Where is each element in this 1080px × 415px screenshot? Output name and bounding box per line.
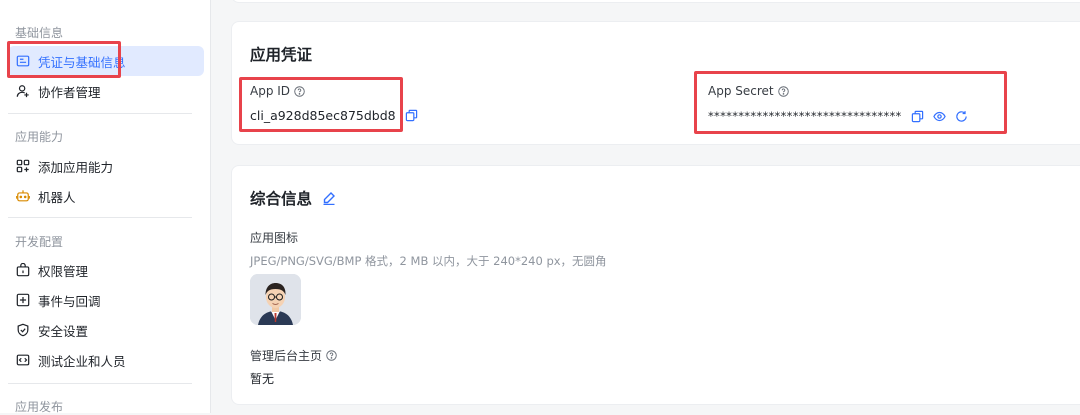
sidebar-group-title: 基础信息: [15, 26, 64, 40]
collaborator-icon: [16, 84, 30, 98]
sidebar-item-label: 事件与回调: [38, 293, 101, 309]
sidebar-divider: [8, 383, 192, 384]
sidebar-item-events[interactable]: 事件与回调: [8, 285, 204, 315]
homepage-value: 暂无: [250, 372, 275, 386]
top-card-edge: [231, 0, 1080, 3]
robot-icon: [16, 189, 30, 203]
sidebar-group-title: 应用能力: [15, 130, 64, 144]
sidebar-item-permissions[interactable]: 权限管理: [8, 255, 204, 285]
sidebar-divider: [8, 217, 192, 218]
help-icon[interactable]: [326, 350, 337, 361]
sidebar-group-title: 开发配置: [15, 235, 64, 249]
sidebar-item-label: 权限管理: [38, 263, 89, 279]
sidebar-item-test-org[interactable]: 测试企业和人员: [8, 345, 204, 375]
sidebar-item-robot[interactable]: 机器人: [8, 181, 204, 211]
highlight-box: [694, 71, 1007, 134]
general-info-title: 综合信息: [250, 187, 336, 209]
general-info-title-text: 综合信息: [250, 190, 313, 208]
homepage-label-text: 管理后台主页: [250, 349, 323, 363]
sidebar-item-security[interactable]: 安全设置: [8, 315, 204, 345]
highlight-box: [239, 77, 403, 132]
sidebar-item-label: 安全设置: [38, 323, 89, 339]
test-org-icon: [16, 353, 30, 367]
edit-icon[interactable]: [322, 191, 336, 205]
highlight-box: [7, 41, 121, 78]
event-icon: [16, 293, 30, 307]
app-icon-hint: JPEG/PNG/SVG/BMP 格式，2 MB 以内，大于 240*240 p…: [250, 254, 607, 268]
sidebar-item-label: 添加应用能力: [38, 159, 114, 175]
sidebar-item-collaborators[interactable]: 协作者管理: [8, 76, 204, 106]
copy-icon[interactable]: [405, 109, 418, 122]
app-icon-label: 应用图标: [250, 229, 298, 246]
sidebar-divider: [8, 113, 192, 114]
app-icon-label-text: 应用图标: [250, 231, 299, 245]
add-capability-icon: [16, 159, 30, 173]
shield-icon: [16, 323, 30, 337]
sidebar-item-label: 机器人: [38, 189, 76, 205]
sidebar-item-label: 协作者管理: [38, 84, 101, 100]
sidebar-group-title: 应用发布: [15, 400, 64, 414]
general-info-card: [231, 165, 1080, 405]
app-avatar[interactable]: [250, 274, 301, 325]
homepage-label: 管理后台主页: [250, 347, 337, 364]
credentials-title: 应用凭证: [250, 46, 313, 64]
sidebar-item-label: 测试企业和人员: [38, 353, 126, 369]
permission-icon: [16, 263, 30, 277]
sidebar-item-add-capability[interactable]: 添加应用能力: [8, 151, 204, 181]
